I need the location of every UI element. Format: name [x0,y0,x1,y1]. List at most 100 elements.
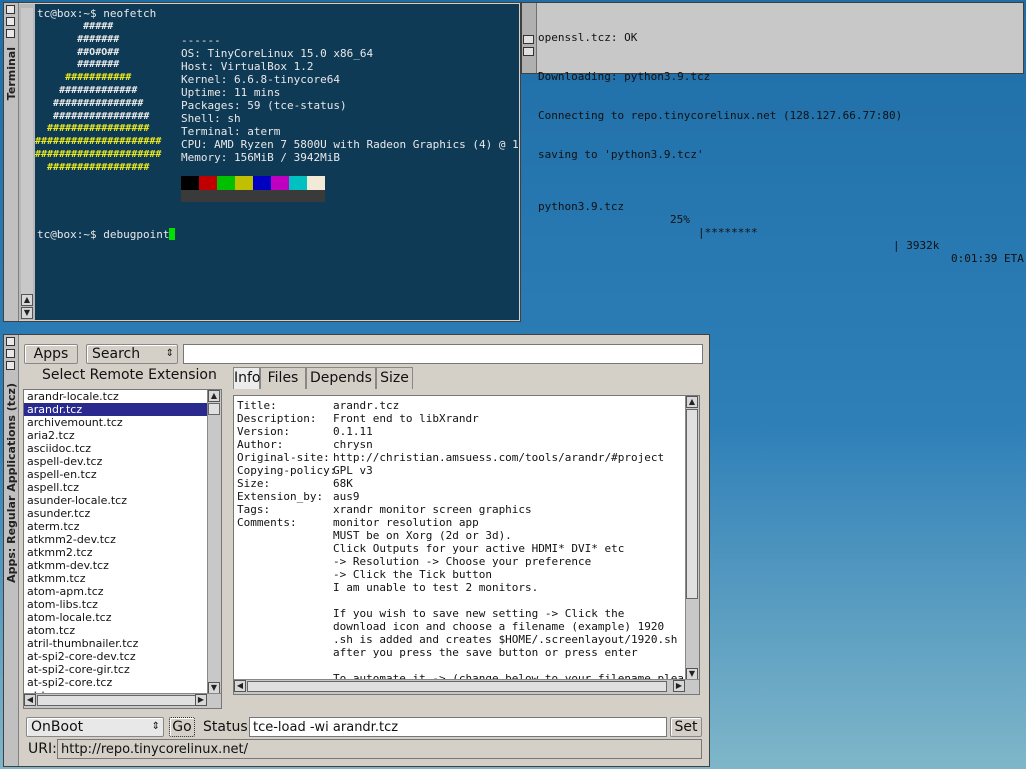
list-hscrollbar[interactable]: ◀ ▶ [24,693,221,708]
info-colon: : [233,125,248,138]
info-row: OS: TinyCoreLinux 15.0 x86_64 [181,47,519,60]
info-value: VirtualBox 1.2 [220,60,314,73]
scroll-thumb[interactable] [686,409,698,599]
go-button[interactable]: Go [169,717,195,737]
list-item[interactable]: at-spi2-core-gir.tcz [24,663,207,676]
status-field[interactable]: tce-load -wi arandr.tcz [249,717,667,737]
scroll-right-icon[interactable]: ▶ [673,680,685,692]
close-icon[interactable] [6,5,15,14]
terminal-screen[interactable]: tc@box:~$ neofetch ##### ####### ##O#O##… [35,4,519,320]
terminal-title: Terminal [5,47,18,101]
download-window[interactable]: openssl.tcz: OK Downloading: python3.9.t… [521,2,1024,265]
info-field-value: after you press the save button or press… [333,646,638,659]
list-item[interactable]: arandr.tcz [24,403,207,416]
info-separator: ------ [181,34,221,47]
info-field-label [234,620,333,633]
scroll-left-icon[interactable]: ◀ [234,680,246,692]
list-item[interactable]: atom.tcz [24,624,207,637]
list-item[interactable]: atom-apm.tcz [24,585,207,598]
info-field-row: Version: 0.1.11 [234,425,685,438]
color-swatch [289,176,307,190]
info-field-row: after you press the save button or press… [234,646,685,659]
list-item[interactable]: asunder-locale.tcz [24,494,207,507]
list-item[interactable]: at-spi2-core-dev.tcz [24,650,207,663]
apps-window[interactable]: Apps: Regular Applications (tcz) Apps Se… [3,334,710,767]
scroll-up-icon[interactable]: ▲ [208,390,220,402]
close-icon[interactable] [6,337,15,346]
tab-info[interactable]: Info [233,367,261,389]
progress-file: python3.9.tcz [538,200,625,213]
list-item[interactable]: atom-libs.tcz [24,598,207,611]
logo-line: ############# [35,84,138,96]
list-item[interactable]: arandr-locale.tcz [24,390,207,403]
scroll-up-icon[interactable]: ▲ [686,396,698,408]
search-input[interactable] [183,344,703,364]
list-item[interactable]: asciidoc.tcz [24,442,207,455]
hscroll-thumb[interactable] [247,681,667,692]
scroll-thumb[interactable] [208,403,220,415]
hscroll-thumb[interactable] [37,695,197,706]
extension-list[interactable]: arandr-locale.tcz arandr.tcz archivemount.… [23,389,222,709]
scroll-right-icon[interactable]: ▶ [195,694,207,706]
scroll-up-icon[interactable]: ▲ [21,294,33,306]
logo-line: ################# [35,123,150,135]
set-button[interactable]: Set [670,717,702,737]
search-mode-select[interactable]: Search ⇕ [86,344,178,364]
list-item[interactable]: atkmm.tcz [24,572,207,585]
terminal-titlebar[interactable]: Terminal [4,3,19,321]
list-item[interactable]: asunder.tcz [24,507,207,520]
scroll-left-icon[interactable]: ◀ [24,694,36,706]
list-vscrollbar[interactable]: ▲ ▼ [207,390,221,694]
color-swatch [199,176,217,190]
scroll-down-icon[interactable]: ▼ [21,307,33,319]
logo-line: ##### [35,21,114,32]
list-item[interactable]: aspell-dev.tcz [24,455,207,468]
scroll-thumb[interactable] [523,35,534,44]
list-item[interactable]: atkmm-dev.tcz [24,559,207,572]
list-item[interactable]: archivemount.tcz [24,416,207,429]
uri-label: URI: [28,741,57,757]
apps-titlebar[interactable]: Apps: Regular Applications (tcz) [4,335,19,766]
info-colon: : [220,86,234,99]
list-item[interactable]: aterm.tcz [24,520,207,533]
scroll-thumb-2[interactable] [523,47,534,56]
minimize-icon[interactable] [6,17,15,26]
list-item[interactable]: aria2.tcz [24,429,207,442]
list-item[interactable]: atril-thumbnailer.tcz [24,637,207,650]
minimize-icon[interactable] [6,349,15,358]
list-item[interactable]: aspell.tcz [24,481,207,494]
tab-depends[interactable]: Depends [306,367,376,389]
uri-field[interactable]: http://repo.tinycorelinux.net/ [57,739,702,759]
list-item[interactable]: atkmm2-dev.tcz [24,533,207,546]
info-field-value: Front end to libXrandr [333,412,479,425]
progress-size: | 3932k [893,239,940,252]
progress-bar: |******** [698,226,758,239]
distro-logo: ##### ####### ##O#O## ####### ##########… [35,21,165,175]
apps-menu-button[interactable]: Apps [24,344,78,364]
download-scrollbar[interactable] [522,3,537,73]
list-item[interactable]: at-spi2-core.tcz [24,676,207,689]
info-field-row: Description: Front end to libXrandr [234,412,685,425]
info-field-value: Click Outputs for your active HDMI* DVI*… [333,542,625,555]
status-label: Status [203,719,248,735]
list-item[interactable]: atom-locale.tcz [24,611,207,624]
tab-files[interactable]: Files [260,367,306,389]
download-line: Downloading: python3.9.tcz [538,70,711,83]
terminal-cursor [169,228,176,240]
system-info: OS: TinyCoreLinux 15.0 x86_64 Host: Virtu… [181,47,519,164]
tab-size[interactable]: Size [376,367,413,389]
info-hscrollbar[interactable]: ◀ ▶ [234,679,699,694]
color-swatch [307,176,325,190]
terminal-window[interactable]: Terminal ▲ ▼ tc@box:~$ neofetch ##### ##… [3,2,521,322]
terminal-scrollbar[interactable]: ▲ ▼ [19,4,35,320]
list-item[interactable]: aspell-en.tcz [24,468,207,481]
maximize-icon[interactable] [6,29,15,38]
info-colon: : [220,73,234,86]
logo-line: ################# [35,161,150,173]
install-mode-select[interactable]: OnBoot ⇕ [26,717,164,737]
list-item[interactable]: atkmm2.tcz [24,546,207,559]
info-field-row: Extension_by: aus9 [234,490,685,503]
info-field-row: Click Outputs for your active HDMI* DVI*… [234,542,685,555]
info-vscrollbar[interactable]: ▲ ▼ [685,396,699,680]
maximize-icon[interactable] [6,361,15,370]
